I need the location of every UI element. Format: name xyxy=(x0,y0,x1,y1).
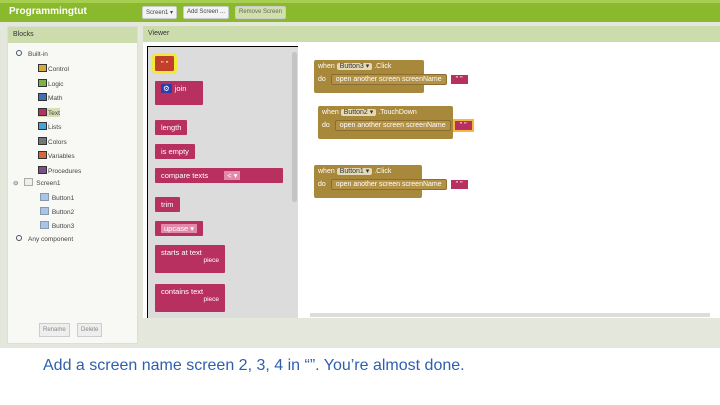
open-another-screen-block[interactable]: open another screen screenName xyxy=(330,179,447,190)
compare-operator-dropdown[interactable]: < ▾ xyxy=(224,171,241,180)
category-text[interactable]: Text xyxy=(38,107,60,117)
category-color-icon xyxy=(38,64,47,72)
block-compare-texts[interactable]: compare texts < ▾ xyxy=(155,168,283,183)
slide-caption: Add a screen name screen 2, 3, 4 in “”. … xyxy=(43,357,465,374)
rename-button[interactable]: Rename xyxy=(39,323,70,337)
event-block-button3-click[interactable]: when Button3 ▾ .Click do open another scr… xyxy=(314,60,468,93)
block-length[interactable]: length xyxy=(155,120,188,135)
any-component-toggle[interactable]: Any component xyxy=(16,235,73,243)
category-math[interactable]: Math xyxy=(38,93,62,102)
remove-screen-button[interactable]: Remove Screen xyxy=(235,6,287,19)
component-button2[interactable]: Button2 xyxy=(40,207,74,216)
screen1-node[interactable]: ⊖ Screen1 xyxy=(13,178,60,187)
category-color-icon xyxy=(38,122,47,130)
block-join[interactable]: ⚙ join xyxy=(155,81,203,105)
top-bar: Programmingtut Screen1 ▾ Add Screen ... … xyxy=(0,0,720,22)
block-starts-at[interactable]: starts at text piece xyxy=(155,245,225,273)
event-block-button2-touchdown[interactable]: when Button2 ▾ .TouchDown do open another… xyxy=(318,106,474,139)
app-logo: Programmingtut xyxy=(9,6,87,17)
category-procedures[interactable]: Procedures xyxy=(38,165,81,175)
app-window: Programmingtut Screen1 ▾ Add Screen ... … xyxy=(0,0,720,348)
block-is-empty[interactable]: is empty xyxy=(155,144,195,159)
category-variables[interactable]: Variables xyxy=(38,151,75,160)
component-dropdown[interactable]: Button3 ▾ xyxy=(336,63,373,70)
category-color-icon xyxy=(38,136,47,145)
component-button3[interactable]: Button3 xyxy=(40,221,74,230)
open-another-screen-block[interactable]: open another screen screenName xyxy=(330,74,447,85)
block-trim[interactable]: trim xyxy=(155,197,180,212)
button-icon xyxy=(40,207,49,215)
open-another-screen-block[interactable]: open another screen screenName xyxy=(334,120,451,131)
screen-name-string-selected[interactable]: " " xyxy=(452,119,474,132)
category-logic[interactable]: Logic xyxy=(38,78,64,88)
category-color-icon xyxy=(38,107,47,116)
component-dropdown[interactable]: Button1 ▾ xyxy=(336,168,373,175)
gear-icon: ⚙ xyxy=(161,84,172,93)
screen-name-string[interactable]: " " xyxy=(450,180,468,189)
screen-icon xyxy=(24,178,34,186)
builtin-toggle[interactable]: Built-in xyxy=(16,50,48,58)
workspace-scrollbar[interactable] xyxy=(310,313,710,317)
category-color-icon xyxy=(38,151,47,159)
category-colors[interactable]: Colors xyxy=(38,136,67,146)
block-text-string[interactable]: " " xyxy=(151,53,178,74)
screen-select[interactable]: Screen1 ▾ xyxy=(142,6,178,19)
category-color-icon xyxy=(38,93,47,101)
category-color-icon xyxy=(38,78,47,87)
collapse-icon xyxy=(16,50,22,56)
category-control[interactable]: Control xyxy=(38,64,69,73)
event-block-button1-click[interactable]: when Button1 ▾ .Click do open another scr… xyxy=(314,165,468,198)
button-icon xyxy=(40,221,49,229)
lock-icon: ⊖ xyxy=(13,180,19,187)
blocks-panel: Blocks Built-in Control Logic Math Text List… xyxy=(7,26,138,344)
delete-button[interactable]: Delete xyxy=(77,323,103,337)
text-blocks-flyout: " " ⚙ join length is empty compare texts … xyxy=(147,46,298,318)
viewer-header: Viewer xyxy=(143,26,720,42)
block-upcase[interactable]: upcase ▾ xyxy=(155,221,204,236)
category-lists[interactable]: Lists xyxy=(38,122,61,131)
upcase-dropdown[interactable]: upcase ▾ xyxy=(161,224,198,233)
component-dropdown[interactable]: Button2 ▾ xyxy=(340,109,377,116)
collapse-icon xyxy=(16,235,22,241)
blocks-header: Blocks xyxy=(8,27,137,43)
flyout-scrollbar[interactable] xyxy=(292,52,297,202)
button-icon xyxy=(40,193,49,201)
component-button1[interactable]: Button1 xyxy=(40,193,74,202)
screen-name-string[interactable]: " " xyxy=(450,75,468,84)
category-color-icon xyxy=(38,165,47,174)
add-screen-button[interactable]: Add Screen ... xyxy=(183,6,230,19)
block-contains-text[interactable]: contains text piece xyxy=(155,284,225,312)
